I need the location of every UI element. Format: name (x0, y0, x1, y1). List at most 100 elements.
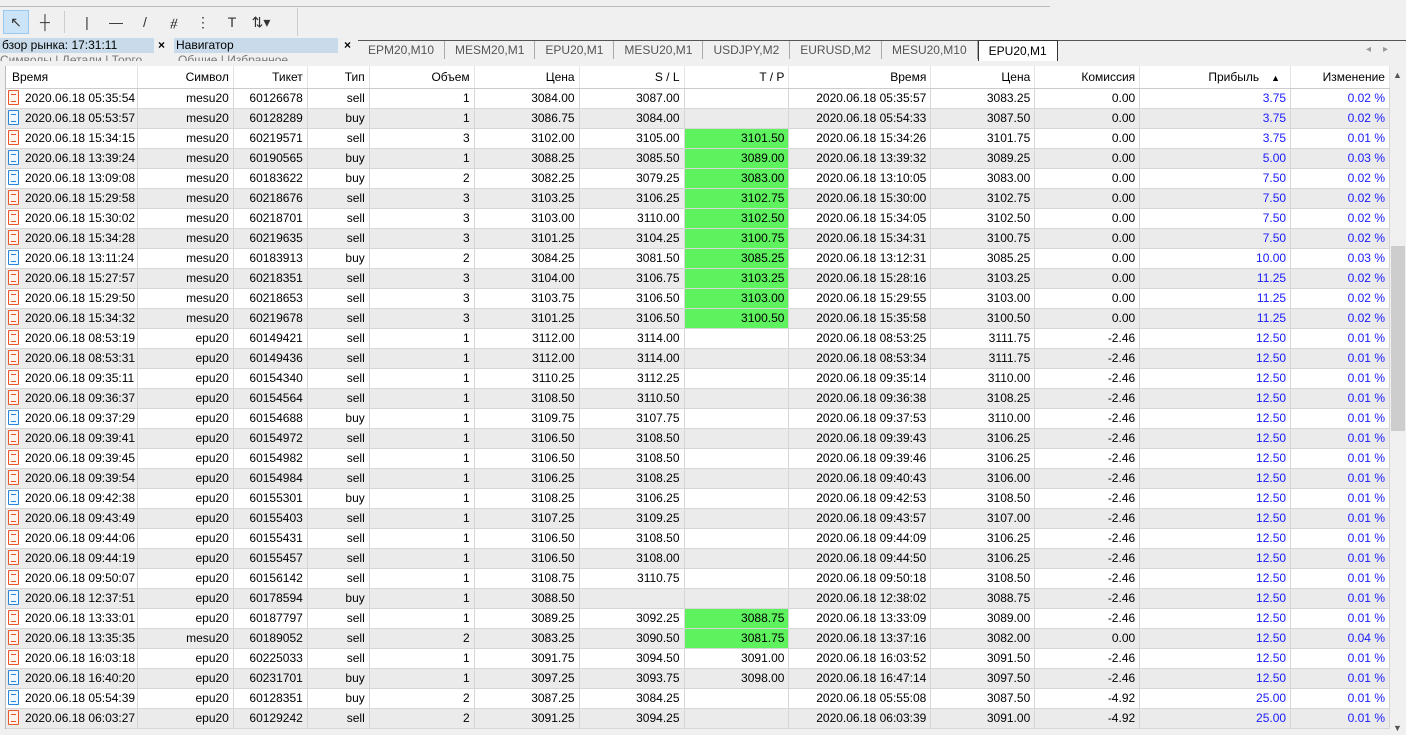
column-header-open-time[interactable]: Время (6, 66, 138, 88)
table-row[interactable]: 2020.06.18 09:39:41 epu20 60154972 sell 1 310… (6, 429, 1390, 449)
cell-value: 3108.25 (531, 491, 575, 505)
trendline-icon[interactable]: / (132, 10, 158, 34)
table-row[interactable]: 2020.06.18 15:34:28 mesu20 60219635 sell 3 31… (6, 229, 1390, 249)
table-row[interactable]: 2020.06.18 05:54:39 epu20 60128351 buy 2 3087… (6, 689, 1390, 709)
fibonacci-expansion-icon[interactable]: ⧣ (161, 10, 187, 34)
close-icon[interactable]: × (344, 38, 351, 52)
cell-value: 60155431 (249, 531, 303, 545)
table-row[interactable]: 2020.06.18 05:53:57 mesu20 60128289 buy 1 308… (6, 109, 1390, 129)
chart-tab[interactable]: EPU20,M1 (535, 41, 615, 59)
column-header-close-price[interactable]: Цена (931, 66, 1036, 88)
column-header-take-profit[interactable]: T / P (685, 66, 790, 88)
table-row[interactable]: 2020.06.18 13:11:24 mesu20 60183913 buy 2 308… (6, 249, 1390, 269)
table-row[interactable]: 2020.06.18 13:33:01 epu20 60187797 sell 1 308… (6, 609, 1390, 629)
cell-type: sell (308, 529, 370, 548)
horizontal-line-icon[interactable]: — (103, 10, 129, 34)
table-row[interactable]: 2020.06.18 15:30:02 mesu20 60218701 sell 3 31… (6, 209, 1390, 229)
table-row[interactable]: 2020.06.18 15:29:58 mesu20 60218676 sell 3 31… (6, 189, 1390, 209)
chart-tab[interactable]: MESU20,M1 (614, 41, 704, 59)
column-header-commission[interactable]: Комиссия (1035, 66, 1141, 88)
scroll-down-icon[interactable]: ▼ (1393, 723, 1402, 733)
cell-value: 3094.25 (636, 711, 680, 725)
table-row[interactable]: 2020.06.18 16:03:18 epu20 60225033 sell 1 309… (6, 649, 1390, 669)
table-row[interactable]: 2020.06.18 09:44:19 epu20 60155457 sell 1 310… (6, 549, 1390, 569)
table-row[interactable]: 2020.06.18 13:09:08 mesu20 60183622 buy 2 308… (6, 169, 1390, 189)
scrollbar-thumb[interactable] (1391, 246, 1405, 431)
cursor-icon[interactable]: ↖ (3, 10, 29, 34)
column-header-ticket[interactable]: Тикет (234, 66, 308, 88)
table-row[interactable]: 2020.06.18 09:42:38 epu20 60155301 buy 1 3108… (6, 489, 1390, 509)
table-row[interactable]: 2020.06.18 09:43:49 epu20 60155403 sell 1 310… (6, 509, 1390, 529)
column-header-change[interactable]: Изменение (1291, 66, 1390, 88)
table-row[interactable]: 2020.06.18 15:34:32 mesu20 60219678 sell 3 31… (6, 309, 1390, 329)
cell-value: 2020.06.18 13:09:08 (25, 171, 136, 185)
table-row[interactable]: 2020.06.18 09:39:54 epu20 60154984 sell 1 310… (6, 469, 1390, 489)
table-row[interactable]: 2020.06.18 09:35:11 epu20 60154340 sell 1 311… (6, 369, 1390, 389)
table-row[interactable]: 2020.06.18 08:53:19 epu20 60149421 sell 1 311… (6, 329, 1390, 349)
chart-tab[interactable]: EPU20,M1 (977, 40, 1058, 61)
cell-open-price: 3106.50 (475, 549, 580, 568)
cell-open-price: 3110.25 (475, 369, 580, 388)
cell-ticket: 60219571 (234, 129, 308, 148)
tab-common[interactable]: Общие (178, 53, 217, 61)
column-header-type[interactable]: Тип (308, 66, 370, 88)
scroll-up-icon[interactable]: ▲ (1393, 70, 1402, 80)
table-row[interactable]: 2020.06.18 13:35:35 mesu20 60189052 sell 2 30… (6, 629, 1390, 649)
tab-favorites[interactable]: Избранное (227, 53, 288, 61)
cell-profit: 7.50 (1140, 229, 1292, 248)
column-header-stop-loss[interactable]: S / L (580, 66, 685, 88)
chart-tab[interactable]: EURUSD,M2 (790, 41, 882, 59)
tab-trading[interactable]: Торго (112, 53, 143, 61)
tab-details[interactable]: Детали (62, 53, 102, 61)
tab-scroll-arrows[interactable]: ◂▸ (1366, 44, 1400, 55)
column-header-volume[interactable]: Объем (370, 66, 475, 88)
cell-value: 3104.25 (636, 231, 680, 245)
cell-change: 0.01 % (1291, 469, 1390, 488)
column-header-close-time[interactable]: Время (789, 66, 932, 88)
chart-tab[interactable]: MESM20,M1 (445, 41, 536, 59)
table-row[interactable]: 2020.06.18 16:40:20 epu20 60231701 buy 1 3097… (6, 669, 1390, 689)
cell-symbol: epu20 (138, 409, 234, 428)
close-icon[interactable]: × (158, 38, 165, 52)
cell-value: 1 (462, 651, 470, 665)
cell-open-time: 2020.06.18 05:35:54 (6, 89, 138, 108)
column-header-symbol[interactable]: Символ (138, 66, 234, 88)
chart-tab[interactable]: MESU20,M10 (882, 41, 978, 59)
table-row[interactable]: 2020.06.18 08:53:31 epu20 60149436 sell 1 311… (6, 349, 1390, 369)
table-row[interactable]: 2020.06.18 09:44:06 epu20 60155431 sell 1 310… (6, 529, 1390, 549)
cell-symbol: epu20 (138, 569, 234, 588)
table-row[interactable]: 2020.06.18 05:35:54 mesu20 60126678 sell 1 30… (6, 89, 1390, 109)
sell-order-icon (8, 350, 19, 366)
cell-profit: 12.50 (1140, 449, 1292, 468)
arrows-dropdown-icon[interactable]: ⇅▾ (248, 10, 274, 34)
text-label-icon[interactable]: T (219, 10, 245, 34)
vertical-line-icon[interactable]: | (74, 10, 100, 34)
table-row[interactable]: 2020.06.18 13:39:24 mesu20 60190565 buy 1 308… (6, 149, 1390, 169)
cell-ticket: 60231701 (234, 669, 308, 688)
market-watch-title[interactable]: бзор рынка: 17:31:11 (0, 38, 154, 53)
vertical-scrollbar[interactable]: ▲ ▼ (1390, 66, 1406, 735)
cell-value: epu20 (195, 331, 229, 345)
table-row[interactable]: 2020.06.18 15:29:50 mesu20 60218653 sell 3 31… (6, 289, 1390, 309)
tab-symbols[interactable]: Символы (0, 53, 52, 61)
chart-tab[interactable]: USDJPY,M2 (703, 41, 791, 59)
cell-type: sell (308, 329, 370, 348)
fibonacci-retracement-icon[interactable]: ⋮ (190, 10, 216, 34)
cell-value: 0.03 % (1347, 251, 1385, 265)
table-row[interactable]: 2020.06.18 15:34:15 mesu20 60219571 sell 3 31… (6, 129, 1390, 149)
navigator-title[interactable]: Навигатор (174, 38, 338, 53)
table-row[interactable]: 2020.06.18 12:37:51 epu20 60178594 buy 1 3088… (6, 589, 1390, 609)
table-row[interactable]: 2020.06.18 09:39:45 epu20 60154982 sell 1 310… (6, 449, 1390, 469)
table-row[interactable]: 2020.06.18 09:37:29 epu20 60154688 buy 1 3109… (6, 409, 1390, 429)
table-row[interactable]: 2020.06.18 09:36:37 epu20 60154564 sell 1 310… (6, 389, 1390, 409)
chart-tab[interactable]: EPM20,M10 (358, 41, 446, 59)
column-header-profit[interactable]: Прибыль ▲ (1140, 66, 1292, 88)
cell-value: 3091.50 (986, 651, 1031, 665)
column-header-open-price[interactable]: Цена (475, 66, 580, 88)
cell-change: 0.01 % (1291, 669, 1390, 688)
table-row[interactable]: 2020.06.18 06:03:27 epu20 60129242 sell 2 309… (6, 709, 1390, 729)
crosshair-icon[interactable]: ┼ (32, 10, 58, 34)
table-row[interactable]: 2020.06.18 09:50:07 epu20 60156142 sell 1 310… (6, 569, 1390, 589)
table-row[interactable]: 2020.06.18 15:27:57 mesu20 60218351 sell 3 31… (6, 269, 1390, 289)
cell-change: 0.02 % (1291, 229, 1390, 248)
